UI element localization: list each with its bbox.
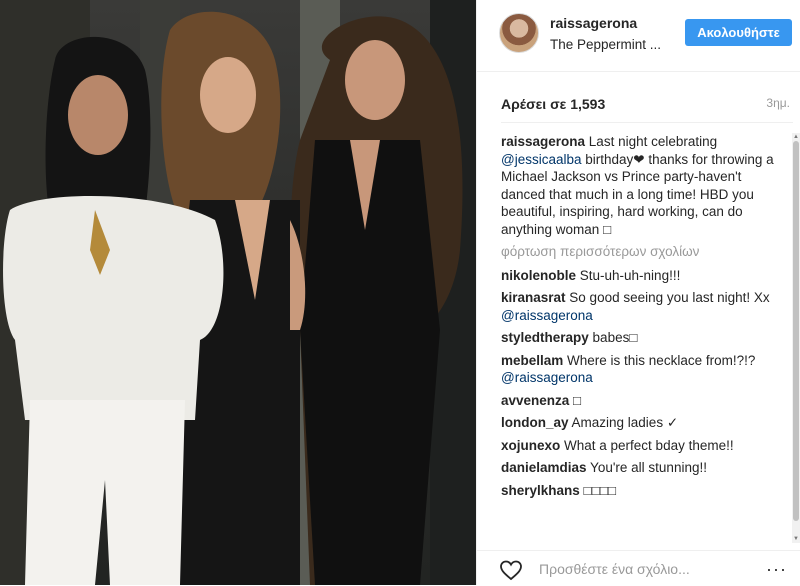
caption-mention[interactable]: @jessicaalba <box>501 152 582 167</box>
comment-username[interactable]: london_ay <box>501 415 569 430</box>
list-item: london_ay Amazing ladies ✓ <box>501 414 787 432</box>
photo-illustration <box>0 0 476 585</box>
list-item: kiranasrat So good seeing you last night… <box>501 289 787 324</box>
list-item: nikolenoble Stu-uh-uh-ning!!! <box>501 267 787 285</box>
comments-scrollbar[interactable]: ▲ ▼ <box>792 133 800 543</box>
likes-count[interactable]: Αρέσει σε 1,593 <box>501 96 605 112</box>
comment-text: You're all stunning!! <box>586 460 707 475</box>
comment-text: What a perfect bday theme!! <box>560 437 734 453</box>
comment-mention[interactable]: @raissagerona <box>501 370 593 385</box>
comments-list: raissagerona Last night celebrating @jes… <box>501 133 787 543</box>
scroll-thumb[interactable] <box>793 141 799 521</box>
list-item: sherylkhans □□□□ <box>501 482 787 500</box>
avatar[interactable] <box>499 13 539 53</box>
list-item: avvenenza □ <box>501 392 787 410</box>
comment-username[interactable]: kiranasrat <box>501 290 566 305</box>
comment-input[interactable] <box>537 557 731 581</box>
comment-text: babes□ <box>588 330 638 345</box>
comment-footer: ··· <box>477 550 800 585</box>
list-item: danielamdias You're all stunning!! <box>501 459 787 477</box>
comment-username[interactable]: nikolenoble <box>501 268 576 283</box>
post-header: raissagerona The Peppermint ... Ακολουθή… <box>477 0 800 72</box>
more-options-icon[interactable]: ··· <box>766 559 787 580</box>
post-photo[interactable] <box>0 0 476 585</box>
comment-mention[interactable]: @raissagerona <box>501 308 593 323</box>
load-more-comments[interactable]: φόρτωση περισσότερων σχολίων <box>501 243 787 261</box>
heart-icon[interactable] <box>499 559 523 581</box>
list-item: styledtherapy babes□ <box>501 329 787 347</box>
post-sidebar: raissagerona The Peppermint ... Ακολουθή… <box>476 0 800 585</box>
comment-username[interactable]: mebellam <box>501 353 563 368</box>
comment-text: □□□□ <box>579 482 617 498</box>
comment-username[interactable]: sherylkhans <box>501 483 580 498</box>
comment-username[interactable]: danielamdias <box>501 460 587 475</box>
post-location[interactable]: The Peppermint ... <box>550 37 661 52</box>
comment-username[interactable]: styledtherapy <box>501 330 589 345</box>
divider <box>501 122 793 123</box>
post-time[interactable]: 3ημ. <box>766 96 790 110</box>
scroll-up-icon[interactable]: ▲ <box>792 133 800 141</box>
caption-username[interactable]: raissagerona <box>501 134 585 149</box>
caption-emoji: □ <box>603 221 612 237</box>
comment-username[interactable]: avvenenza <box>501 393 569 408</box>
caption-text: Last night celebrating <box>585 134 718 149</box>
follow-button[interactable]: Ακολουθήστε <box>685 19 792 46</box>
comment-text: Where is this necklace from!?!? <box>563 352 756 368</box>
caption: raissagerona Last night celebrating @jes… <box>501 133 787 238</box>
list-item: xojunexo What a perfect bday theme!! <box>501 437 787 455</box>
post-username[interactable]: raissagerona <box>550 15 637 31</box>
comment-text: So good seeing you last night! Xx <box>565 290 770 305</box>
list-item: mebellam Where is this necklace from!?!?… <box>501 352 787 387</box>
comment-text: □ <box>569 392 582 408</box>
comment-username[interactable]: xojunexo <box>501 438 560 453</box>
comment-text: Stu-uh-uh-ning!!! <box>576 267 681 283</box>
scroll-down-icon[interactable]: ▼ <box>792 535 800 543</box>
comment-text: Amazing ladies ✓ <box>568 415 679 430</box>
